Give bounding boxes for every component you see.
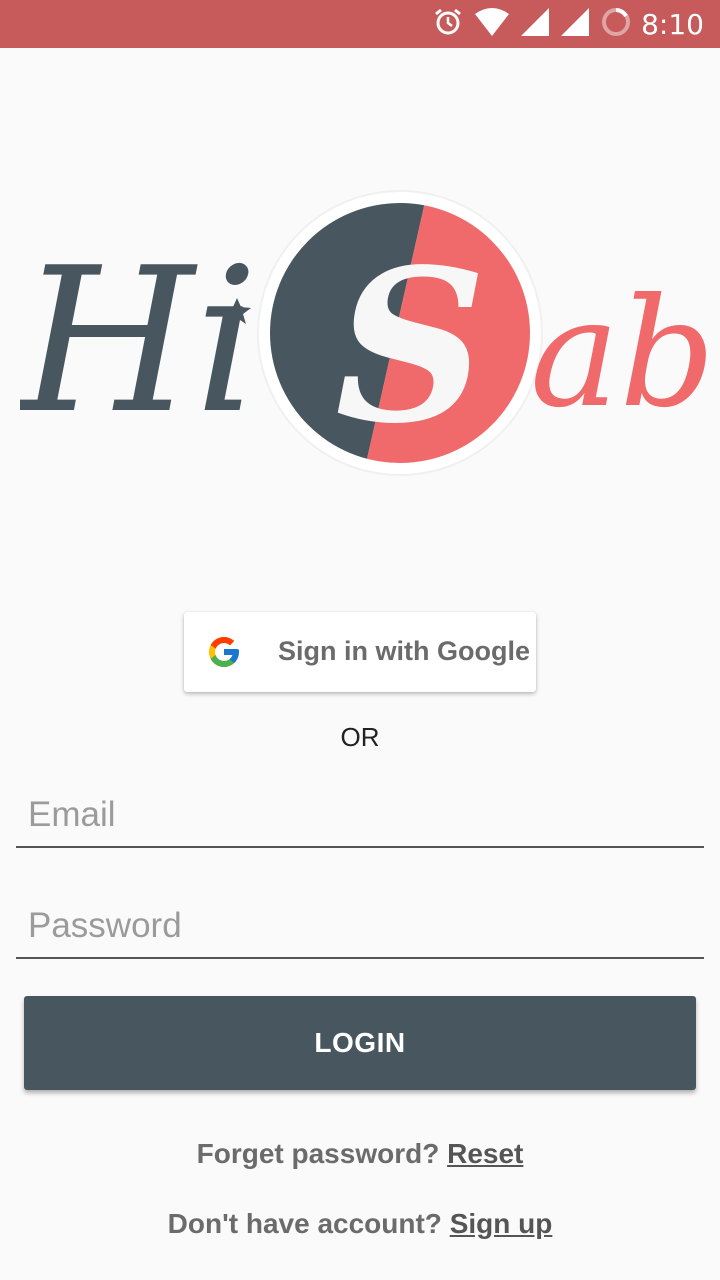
google-g-icon [206,634,242,670]
email-field[interactable] [16,778,704,848]
signal-icon-2 [561,7,590,41]
wifi-icon [475,7,510,41]
battery-charging-icon [601,7,631,42]
forgot-password-text: Forget password? [196,1138,440,1169]
reset-link[interactable]: Reset [447,1138,523,1169]
forgot-password-row: Forget password? Reset [0,1138,720,1170]
logo-text-hi: Hi [20,225,258,458]
google-sign-in-button[interactable]: Sign in with Google [184,612,536,692]
google-button-label: Sign in with Google [278,636,530,666]
password-field[interactable] [16,889,704,959]
hisab-logo: Hi S ab [16,180,715,490]
signal-icon [521,7,550,41]
status-time: 8:10 [641,7,704,41]
login-button[interactable]: LOGIN [24,996,696,1090]
password-input[interactable] [16,889,704,957]
signup-row: Don't have account? Sign up [0,1208,720,1240]
signup-link[interactable]: Sign up [450,1208,553,1239]
logo-text-ab: ab [530,267,710,441]
alarm-icon [433,7,463,42]
signup-text: Don't have account? [167,1208,442,1239]
or-separator: OR [340,722,380,752]
email-input[interactable] [16,778,704,846]
logo-letter-s: S [335,223,487,470]
status-bar: 8:10 [0,0,720,48]
